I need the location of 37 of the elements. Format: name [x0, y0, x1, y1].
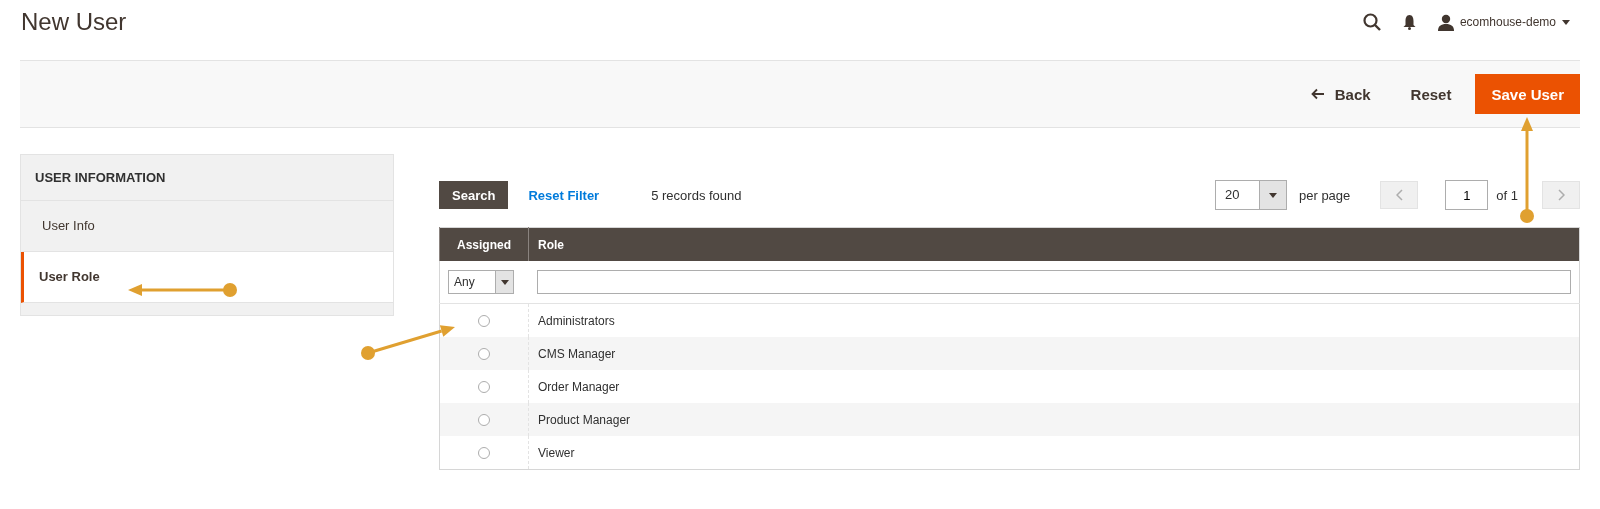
search-icon[interactable]: [1362, 13, 1381, 31]
table-cell: CMS Manager: [528, 337, 1580, 370]
dropdown-arrow-icon: [1562, 19, 1570, 25]
dropdown-arrow-icon: [1269, 192, 1277, 198]
records-count: 5 records found: [651, 187, 742, 203]
per-page-label: per page: [1299, 187, 1351, 203]
per-page-select[interactable]: 20: [1215, 180, 1287, 210]
radio-button[interactable]: [478, 381, 490, 394]
dropdown-arrow-icon: [500, 279, 509, 285]
table-cell: Product Manager: [528, 403, 1580, 436]
table-cell: Viewer: [528, 436, 1580, 470]
reset-filter-link[interactable]: Reset Filter: [528, 187, 600, 203]
radio-button[interactable]: [478, 348, 490, 361]
page-number-field[interactable]: 1: [1445, 180, 1489, 210]
reset-button[interactable]: Reset: [1394, 75, 1468, 113]
radio-button[interactable]: [478, 447, 490, 460]
role-filter-field[interactable]: [536, 270, 1571, 294]
assigned-filter-select[interactable]: Any: [448, 270, 514, 294]
save-user-button[interactable]: Save User: [1475, 74, 1580, 114]
radio-button[interactable]: [478, 315, 490, 328]
next-page-button[interactable]: [1542, 181, 1580, 209]
column-header[interactable]: Role: [528, 227, 1580, 261]
user-menu[interactable]: ecomhouse-demo: [1437, 13, 1570, 31]
page-count: of 1: [1496, 187, 1518, 203]
sidebar-tab[interactable]: User Role: [21, 252, 393, 303]
radio-button[interactable]: [478, 414, 490, 427]
column-header[interactable]: Assigned: [439, 227, 529, 261]
previous-page-button[interactable]: [1380, 181, 1419, 209]
user-icon: [1437, 13, 1454, 31]
back-button[interactable]: Back: [1294, 75, 1387, 113]
chevron-left-icon: [1395, 189, 1403, 201]
sidebar-title: USER INFORMATION: [21, 155, 393, 201]
search-button[interactable]: Search: [439, 181, 509, 209]
page-title: New User: [21, 8, 127, 36]
notification-bell-icon[interactable]: [1402, 14, 1416, 30]
arrow-left-icon: [1310, 88, 1325, 100]
chevron-right-icon: [1557, 189, 1565, 201]
